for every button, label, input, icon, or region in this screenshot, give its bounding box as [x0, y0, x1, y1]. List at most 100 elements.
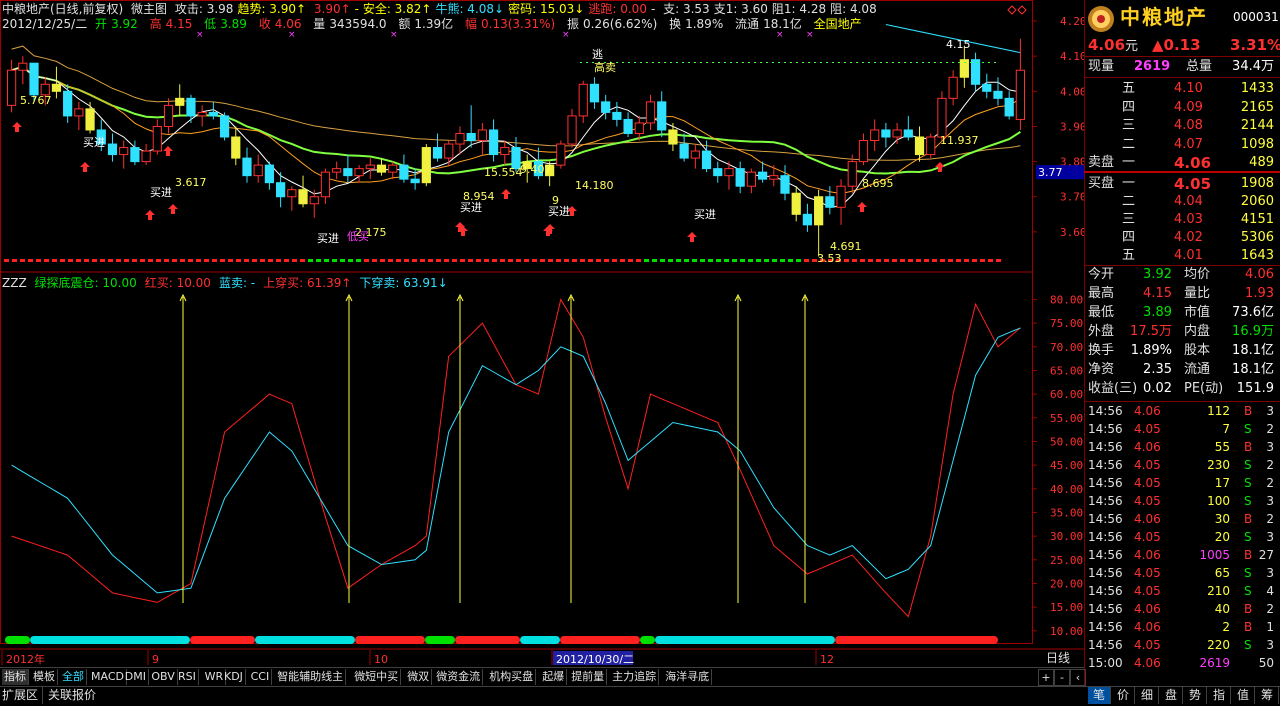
indicator-tab[interactable]: 起爆 — [540, 669, 568, 685]
stat-value: 18.1亿 — [1232, 362, 1274, 377]
indicator-tab[interactable]: RSI — [176, 669, 199, 685]
book-price: 4.01 — [1174, 248, 1203, 263]
right-panel-tab[interactable]: 势 — [1184, 687, 1207, 704]
candle-body — [1004, 97, 1014, 117]
bid-row-4[interactable]: 五 4.01 1643 — [1086, 247, 1278, 265]
ask-row-2[interactable]: 三 4.08 2144 — [1086, 117, 1278, 135]
right-panel-tab[interactable]: 值 — [1232, 687, 1255, 704]
signal-dash — [788, 259, 793, 262]
signal-dash — [860, 259, 865, 262]
signal-dash — [252, 259, 257, 262]
candle-body — [276, 182, 286, 198]
right-panel-tab[interactable]: 盘 — [1160, 687, 1183, 704]
indicator-tab[interactable]: 微资金流 — [434, 669, 484, 685]
header-item-7: - — [650, 2, 660, 16]
bid-row-2[interactable]: 三 4.03 4151 — [1086, 211, 1278, 229]
bid-row-0[interactable]: 买盘一 4.05 1908 — [1086, 175, 1278, 193]
scroll-left-button[interactable]: ‹ — [1070, 669, 1086, 686]
x-axis-label: 12 — [820, 653, 834, 666]
turnover-value: 1.89% — [685, 17, 724, 31]
tick-count: 3 — [1266, 404, 1274, 418]
indicator-tab[interactable]: CCI — [249, 669, 273, 685]
book-price: 4.10 — [1174, 81, 1203, 96]
indicator-tab[interactable]: DMI — [123, 669, 150, 685]
indicator-tick-label: 55.00 — [1050, 412, 1083, 425]
dotted-line — [700, 62, 702, 63]
ask-row-3[interactable]: 二 4.07 1098 — [1086, 136, 1278, 154]
bid-row-3[interactable]: 四 4.02 5306 — [1086, 229, 1278, 247]
tick-time: 15:00 — [1088, 656, 1123, 670]
indicator-tab[interactable]: KDJ — [222, 669, 246, 685]
signal-dash — [940, 259, 945, 262]
tick-count: 2 — [1266, 422, 1274, 436]
stat-value: 18.1亿 — [1232, 343, 1274, 358]
current-vol-label: 现量 — [1088, 59, 1115, 74]
indicator-tab[interactable]: MACD — [89, 669, 127, 685]
signal-dash — [308, 259, 313, 262]
chart-area[interactable]: 4.204.104.003.903.803.703.603.7780.0075.… — [0, 0, 1084, 667]
candle-body — [130, 147, 140, 163]
indicator-tab[interactable]: 模板 — [31, 669, 58, 685]
amount-value: 1.39亿 — [414, 17, 454, 31]
extension-area-tab[interactable]: 扩展区 — [2, 687, 44, 704]
stat-row-6: 收益(三) 0.02 PE(动) 151.9 — [1086, 380, 1278, 398]
indicator-tab[interactable]: 全部 — [60, 669, 87, 685]
indicator-tab[interactable]: 指标 — [2, 669, 29, 685]
signal-dash — [4, 259, 9, 262]
right-panel-tab[interactable]: 价 — [1112, 687, 1135, 704]
indicator-tab[interactable]: 海洋寻底 — [663, 669, 713, 685]
signal-dash — [300, 259, 305, 262]
period-label[interactable]: 日线 — [1046, 651, 1070, 666]
tick-side: B — [1244, 512, 1253, 526]
tick-price: 4.05 — [1134, 458, 1161, 472]
indicator-tab[interactable]: 微双 — [405, 669, 433, 685]
tick-volume: 40 — [1214, 602, 1230, 616]
signal-dash — [996, 259, 1001, 262]
indicator-tab[interactable]: 机构买盘 — [487, 669, 537, 685]
right-panel-tab[interactable]: 笔 — [1088, 687, 1111, 704]
book-level: 三 — [1122, 118, 1136, 133]
candle-body — [175, 97, 185, 106]
tick-side: S — [1244, 638, 1252, 652]
buy-arrow-icon — [687, 232, 697, 242]
indicator-tab[interactable]: 主力追踪 — [610, 669, 660, 685]
stat-label: 市值 — [1184, 305, 1211, 320]
bid-row-1[interactable]: 二 4.04 2060 — [1086, 193, 1278, 211]
candle-body — [657, 101, 667, 131]
indicator-tab[interactable]: 提前量 — [569, 669, 608, 685]
stat-row-4: 换手 1.89% 股本 18.1亿 — [1086, 342, 1278, 360]
right-panel-tab[interactable]: 指 — [1208, 687, 1231, 704]
dotted-line — [676, 62, 678, 63]
right-panel-tab[interactable]: 细 — [1136, 687, 1159, 704]
tick-price: 4.06 — [1134, 620, 1161, 634]
stat-label: 流通 — [1184, 362, 1211, 377]
signal-dash — [76, 259, 81, 262]
candle-body — [51, 83, 62, 92]
indicator-tab[interactable]: 微短中买 — [352, 669, 402, 685]
zoom-in-button[interactable]: + — [1038, 669, 1054, 686]
signal-dash — [436, 259, 441, 262]
signal-dash — [956, 259, 961, 262]
related-quotes-tab[interactable]: 关联报价 — [48, 687, 96, 704]
candle-body — [858, 140, 869, 163]
zoom-out-button[interactable]: - — [1054, 669, 1070, 686]
signal-dash — [124, 259, 129, 262]
right-panel-tab[interactable]: 筹 — [1256, 687, 1279, 704]
indicator-tab[interactable]: OBV — [149, 669, 178, 685]
signal-dash — [676, 259, 681, 262]
indicator-tick-label: 25.00 — [1050, 554, 1083, 567]
book-volume: 1098 — [1240, 136, 1274, 152]
ask-row-4[interactable]: 卖盘一 4.06 489 — [1086, 154, 1278, 172]
ask-row-1[interactable]: 四 4.09 2165 — [1086, 99, 1278, 117]
candle-body — [914, 136, 925, 156]
stat-label: 今开 — [1088, 267, 1115, 282]
ask-row-0[interactable]: 五 4.10 1433 — [1086, 80, 1278, 98]
indicator-tab[interactable]: 智能辅助线主 — [275, 669, 347, 685]
candle-body — [847, 161, 857, 187]
candle-body — [242, 157, 252, 177]
signal-dash — [908, 259, 913, 262]
signal-dash — [172, 259, 177, 262]
dotted-line — [910, 62, 912, 63]
book-level: 五 — [1122, 81, 1136, 96]
header-indicator-values: 攻击: 3.98 趋势: 3.90↑ 3.90↑ - 安全: 3.82↑ 牛熊: 4.… — [175, 2, 881, 16]
